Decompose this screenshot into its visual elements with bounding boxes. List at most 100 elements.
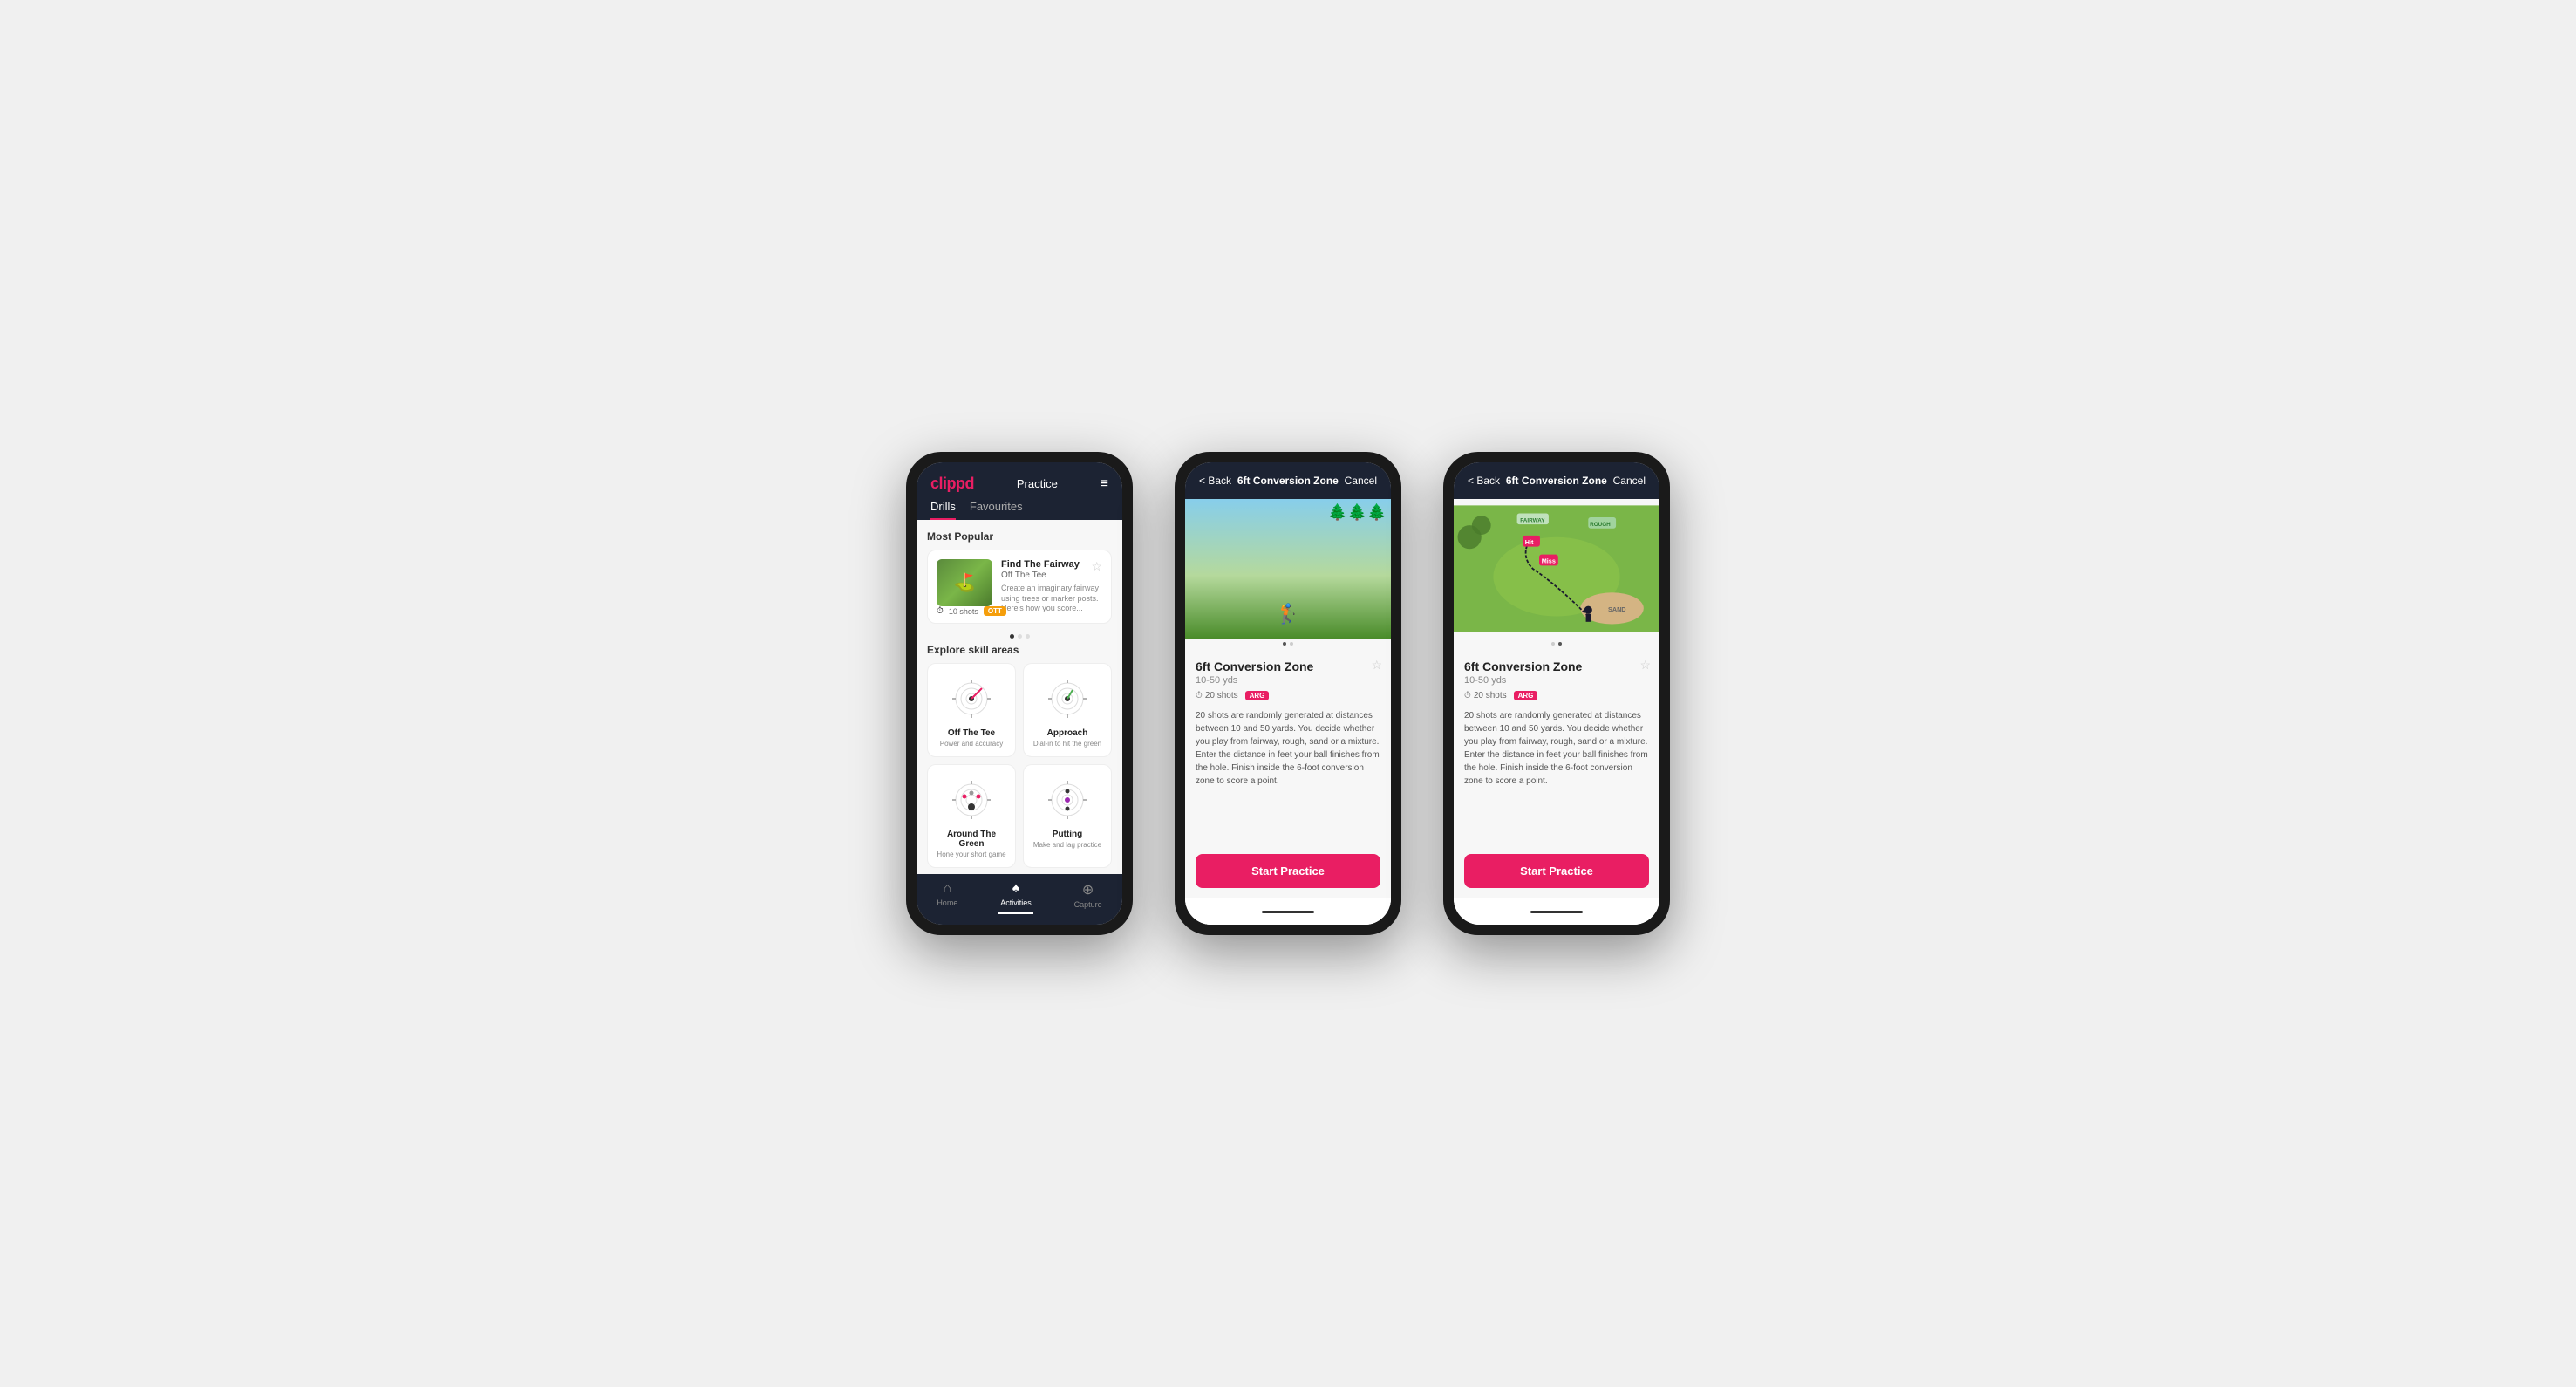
skill-around-green[interactable]: Around The Green Hone your short game — [927, 764, 1016, 868]
home-bar-3 — [1454, 898, 1659, 925]
start-practice-button[interactable]: Start Practice — [1196, 854, 1380, 888]
drill-detail-shots-3: ⏱ 20 shots — [1464, 691, 1507, 700]
golf-map-svg: SAND FAIRWAY ROUGH Hit — [1454, 499, 1659, 639]
clock-icon-detail: ⏱ — [1196, 691, 1203, 700]
tab-drills[interactable]: Drills — [930, 500, 956, 520]
putting-icon-area — [1041, 774, 1094, 826]
dot-3 — [1026, 634, 1030, 639]
shots-count: 20 shots — [1205, 691, 1238, 700]
skill-atg-desc: Hone your short game — [937, 851, 1005, 858]
shots-count-3: 20 shots — [1474, 691, 1507, 700]
drill-detail-yards: 10-50 yds — [1196, 675, 1380, 686]
drill-detail-meta: ⏱ 20 shots ARG — [1196, 691, 1380, 700]
approach-icon-area — [1041, 673, 1094, 725]
app-logo: clippd — [930, 475, 974, 493]
phone-2: < Back 6ft Conversion Zone Cancel 🌲🌲🌲 🏌️ — [1175, 452, 1401, 935]
drill-info: Find The Fairway Off The Tee Create an i… — [1001, 559, 1102, 614]
screen3-title: 6ft Conversion Zone — [1506, 475, 1607, 487]
carousel-dots — [927, 629, 1112, 644]
activities-icon: ♠ — [1012, 881, 1020, 897]
favourite-star-detail-3[interactable]: ☆ — [1639, 658, 1651, 673]
off-the-tee-icon-area — [945, 673, 998, 725]
drill-subtitle: Off The Tee — [1001, 571, 1102, 580]
nav-capture[interactable]: ⊕ Capture — [1074, 881, 1102, 914]
cancel-button[interactable]: Cancel — [1345, 475, 1377, 487]
screen3-body: SAND FAIRWAY ROUGH Hit — [1454, 499, 1659, 925]
start-practice-button-3[interactable]: Start Practice — [1464, 854, 1649, 888]
trees-decoration: 🌲🌲🌲 — [1328, 503, 1387, 522]
drill-thumbnail — [937, 559, 992, 606]
main-scene: clippd Practice ≡ Drills Favourites Most… — [854, 400, 1722, 987]
svg-text:Miss: Miss — [1542, 557, 1556, 565]
tab-favourites[interactable]: Favourites — [970, 500, 1023, 520]
capture-icon: ⊕ — [1082, 881, 1094, 898]
drill-tag-arg: ARG — [1245, 691, 1270, 700]
drill-detail-title-3: 6ft Conversion Zone — [1464, 659, 1649, 673]
nav-home-label: Home — [937, 898, 957, 907]
screen1-body: Most Popular Find The Fairway Off The Te… — [917, 520, 1122, 874]
drill-tag-ott: OTT — [984, 606, 1006, 616]
skill-grid: Off The Tee Power and accuracy — [927, 663, 1112, 868]
clock-icon: ⏱ — [937, 606, 944, 616]
dot-2 — [1018, 634, 1022, 639]
skill-ott-desc: Power and accuracy — [940, 740, 1003, 748]
phone-1: clippd Practice ≡ Drills Favourites Most… — [906, 452, 1133, 935]
drill-tag-arg-3: ARG — [1514, 691, 1538, 700]
drill-map: SAND FAIRWAY ROUGH Hit — [1454, 499, 1659, 639]
drill-detail-description-3: 20 shots are randomly generated at dista… — [1464, 709, 1649, 788]
drill-detail-meta-3: ⏱ 20 shots ARG — [1464, 691, 1649, 700]
home-indicator — [1262, 911, 1314, 913]
drill-footer: ⏱ 10 shots OTT — [937, 606, 1006, 616]
img-dot-1 — [1283, 642, 1286, 646]
explore-label: Explore skill areas — [927, 644, 1112, 656]
around-green-icon-area — [945, 774, 998, 826]
phone-3: < Back 6ft Conversion Zone Cancel SAND — [1443, 452, 1670, 935]
svg-text:FAIRWAY: FAIRWAY — [1520, 517, 1545, 523]
home-bar — [1185, 898, 1391, 925]
drill-detail-yards-3: 10-50 yds — [1464, 675, 1649, 686]
screen1-header: clippd Practice ≡ — [917, 462, 1122, 493]
nav-activities[interactable]: ♠ Activities — [998, 881, 1033, 914]
featured-drill-card[interactable]: Find The Fairway Off The Tee Create an i… — [927, 550, 1112, 624]
svg-text:ROUGH: ROUGH — [1590, 522, 1611, 528]
nav-capture-label: Capture — [1074, 900, 1102, 909]
drill-photo: 🌲🌲🌲 🏌️ — [1185, 499, 1391, 639]
menu-icon[interactable]: ≡ — [1101, 476, 1108, 492]
skill-putting-name: Putting — [1053, 830, 1082, 839]
skill-off-the-tee[interactable]: Off The Tee Power and accuracy — [927, 663, 1016, 757]
svg-text:SAND: SAND — [1608, 605, 1626, 613]
image-carousel-dots — [1185, 639, 1391, 649]
home-indicator-3 — [1530, 911, 1583, 913]
screen2-body: 🌲🌲🌲 🏌️ 6ft Conversion Zone 10-50 yds ⏱ — [1185, 499, 1391, 925]
bottom-nav: ⌂ Home ♠ Activities ⊕ Capture — [917, 874, 1122, 925]
skill-putting-desc: Make and lag practice — [1033, 841, 1101, 849]
nav-home[interactable]: ⌂ Home — [937, 881, 957, 914]
drill-detail-content-3: 6ft Conversion Zone 10-50 yds ⏱ 20 shots… — [1454, 649, 1659, 798]
dot-1 — [1010, 634, 1014, 639]
clock-icon-detail-3: ⏱ — [1464, 691, 1471, 700]
image-carousel-dots-3 — [1454, 639, 1659, 649]
favourite-star-detail[interactable]: ☆ — [1371, 658, 1382, 673]
drill-title: Find The Fairway — [1001, 559, 1102, 570]
golfer-figure: 🏌️ — [1276, 603, 1299, 625]
back-button-3[interactable]: < Back — [1468, 475, 1500, 487]
tabs-bar: Drills Favourites — [917, 493, 1122, 520]
header-title: Practice — [1017, 477, 1058, 490]
img-dot-3-1 — [1551, 642, 1555, 646]
screen2-header: < Back 6ft Conversion Zone Cancel — [1185, 462, 1391, 499]
nav-active-indicator — [998, 912, 1033, 914]
back-button[interactable]: < Back — [1199, 475, 1231, 487]
skill-putting[interactable]: Putting Make and lag practice — [1023, 764, 1112, 868]
screen2-title: 6ft Conversion Zone — [1237, 475, 1339, 487]
skill-atg-name: Around The Green — [937, 830, 1006, 849]
drill-detail-shots: ⏱ 20 shots — [1196, 691, 1238, 700]
golf-photo-scene: 🌲🌲🌲 🏌️ — [1185, 499, 1391, 639]
favourite-star-icon[interactable]: ☆ — [1091, 559, 1102, 574]
home-icon: ⌂ — [943, 881, 951, 897]
skill-approach-name: Approach — [1047, 728, 1088, 738]
img-dot-3-2 — [1558, 642, 1562, 646]
nav-activities-label: Activities — [1000, 898, 1032, 907]
skill-approach-desc: Dial-in to hit the green — [1033, 740, 1101, 748]
skill-approach[interactable]: Approach Dial-in to hit the green — [1023, 663, 1112, 757]
cancel-button-3[interactable]: Cancel — [1613, 475, 1646, 487]
